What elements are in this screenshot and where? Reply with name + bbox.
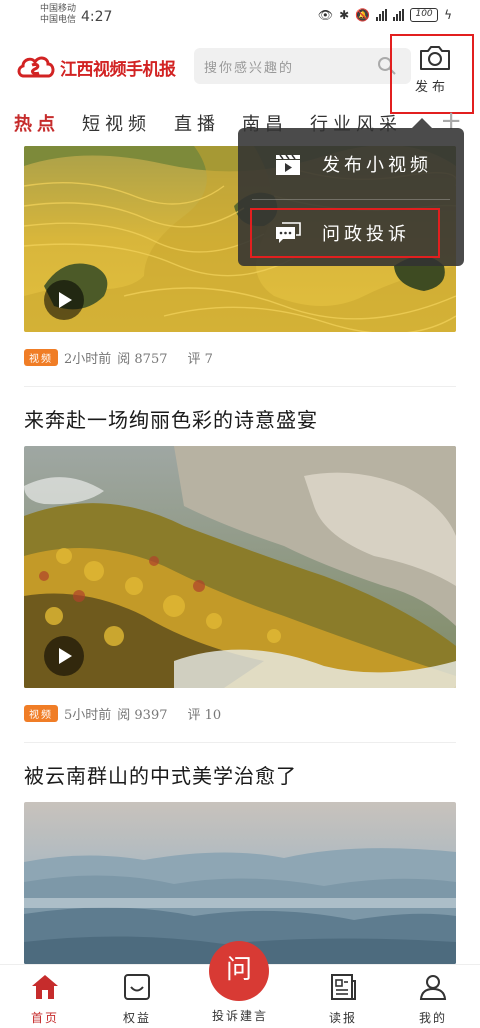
video-tag: 视频	[24, 349, 58, 366]
carrier-labels: 中国移动 中国电信	[40, 4, 77, 25]
status-bar: 中国移动 中国电信 4:27 👁 ✱ 🔕 100 ϟ	[0, 0, 480, 34]
eye-icon: 👁	[317, 8, 334, 22]
video-clapper-icon	[276, 154, 300, 175]
play-icon[interactable]	[44, 636, 84, 676]
divider	[24, 386, 456, 387]
publish-short-video-item[interactable]: 发布小视频	[252, 139, 440, 189]
battery-icon: 100	[410, 8, 439, 22]
app-header: 江西视频手机报 搜你感兴趣的 发布	[0, 34, 480, 114]
popup-item-label: 问政投诉	[322, 224, 410, 245]
card-title[interactable]: 被云南群山的中式美学治愈了	[24, 760, 456, 789]
tab-hot[interactable]: 热点	[14, 110, 60, 136]
bottom-navigation: 首页 权益 问 投诉建言 读报 我的	[0, 941, 480, 1028]
search-bar[interactable]: 搜你感兴趣的	[194, 48, 411, 84]
signal-icon	[376, 9, 388, 21]
mute-icon: 🔕	[355, 8, 371, 22]
divider	[252, 199, 450, 200]
view-count: 阅 9397	[117, 708, 168, 723]
camera-icon	[420, 46, 450, 70]
nav-read-paper[interactable]: 读报	[308, 973, 378, 1026]
publish-time: 2小时前	[64, 352, 112, 367]
card-title[interactable]: 来奔赴一场绚丽色彩的诗意盛宴	[24, 404, 456, 433]
play-icon[interactable]	[44, 280, 84, 320]
complaint-item[interactable]: 问政投诉	[250, 208, 440, 258]
news-card[interactable]: 被云南群山的中式美学治愈了	[24, 760, 456, 789]
comment-count: 评 7	[187, 352, 213, 367]
comment-count: 评 10	[187, 708, 222, 723]
signal-icon	[393, 9, 405, 21]
publish-label: 发布	[414, 80, 449, 95]
clock: 4:27	[81, 9, 113, 25]
status-icons: 👁 ✱ 🔕 100 ϟ	[318, 8, 452, 22]
cloud-logo-icon	[17, 56, 55, 78]
nav-benefits[interactable]: 权益	[102, 973, 172, 1026]
divider	[24, 742, 456, 743]
charging-icon: ϟ	[444, 8, 452, 22]
popup-item-label: 发布小视频	[322, 155, 432, 176]
video-thumbnail[interactable]	[24, 802, 456, 964]
home-icon	[32, 975, 58, 999]
video-tag: 视频	[24, 705, 58, 722]
publish-time: 5小时前	[64, 708, 112, 723]
newspaper-icon	[331, 974, 356, 1000]
card-meta: 视频 5小时前 阅 9397 评 10	[24, 704, 221, 723]
nav-complaint-label[interactable]: 投诉建言	[195, 1007, 285, 1024]
search-placeholder: 搜你感兴趣的	[204, 61, 295, 76]
chat-bubbles-icon	[276, 222, 301, 243]
misty-mountain-image	[24, 802, 456, 964]
view-count: 阅 8757	[117, 352, 168, 367]
smile-box-icon	[124, 974, 150, 1000]
bluetooth-icon: ✱	[339, 8, 350, 22]
nav-home[interactable]: 首页	[10, 973, 80, 1026]
person-icon	[419, 975, 447, 1000]
publish-popup-menu: 发布小视频 问政投诉	[238, 118, 464, 266]
app-name: 江西视频手机报	[60, 59, 176, 80]
tab-live[interactable]: 直播	[174, 110, 220, 136]
news-card[interactable]: 来奔赴一场绚丽色彩的诗意盛宴	[24, 404, 456, 433]
ask-icon[interactable]: 问	[209, 941, 269, 1001]
autumn-mountain-image	[24, 446, 456, 688]
card-meta: 视频 2小时前 阅 8757 评 7	[24, 348, 213, 367]
video-thumbnail[interactable]	[24, 446, 456, 688]
nav-mine[interactable]: 我的	[398, 973, 468, 1026]
app-logo[interactable]: 江西视频手机报	[16, 52, 176, 82]
tab-short-video[interactable]: 短视频	[82, 110, 151, 136]
